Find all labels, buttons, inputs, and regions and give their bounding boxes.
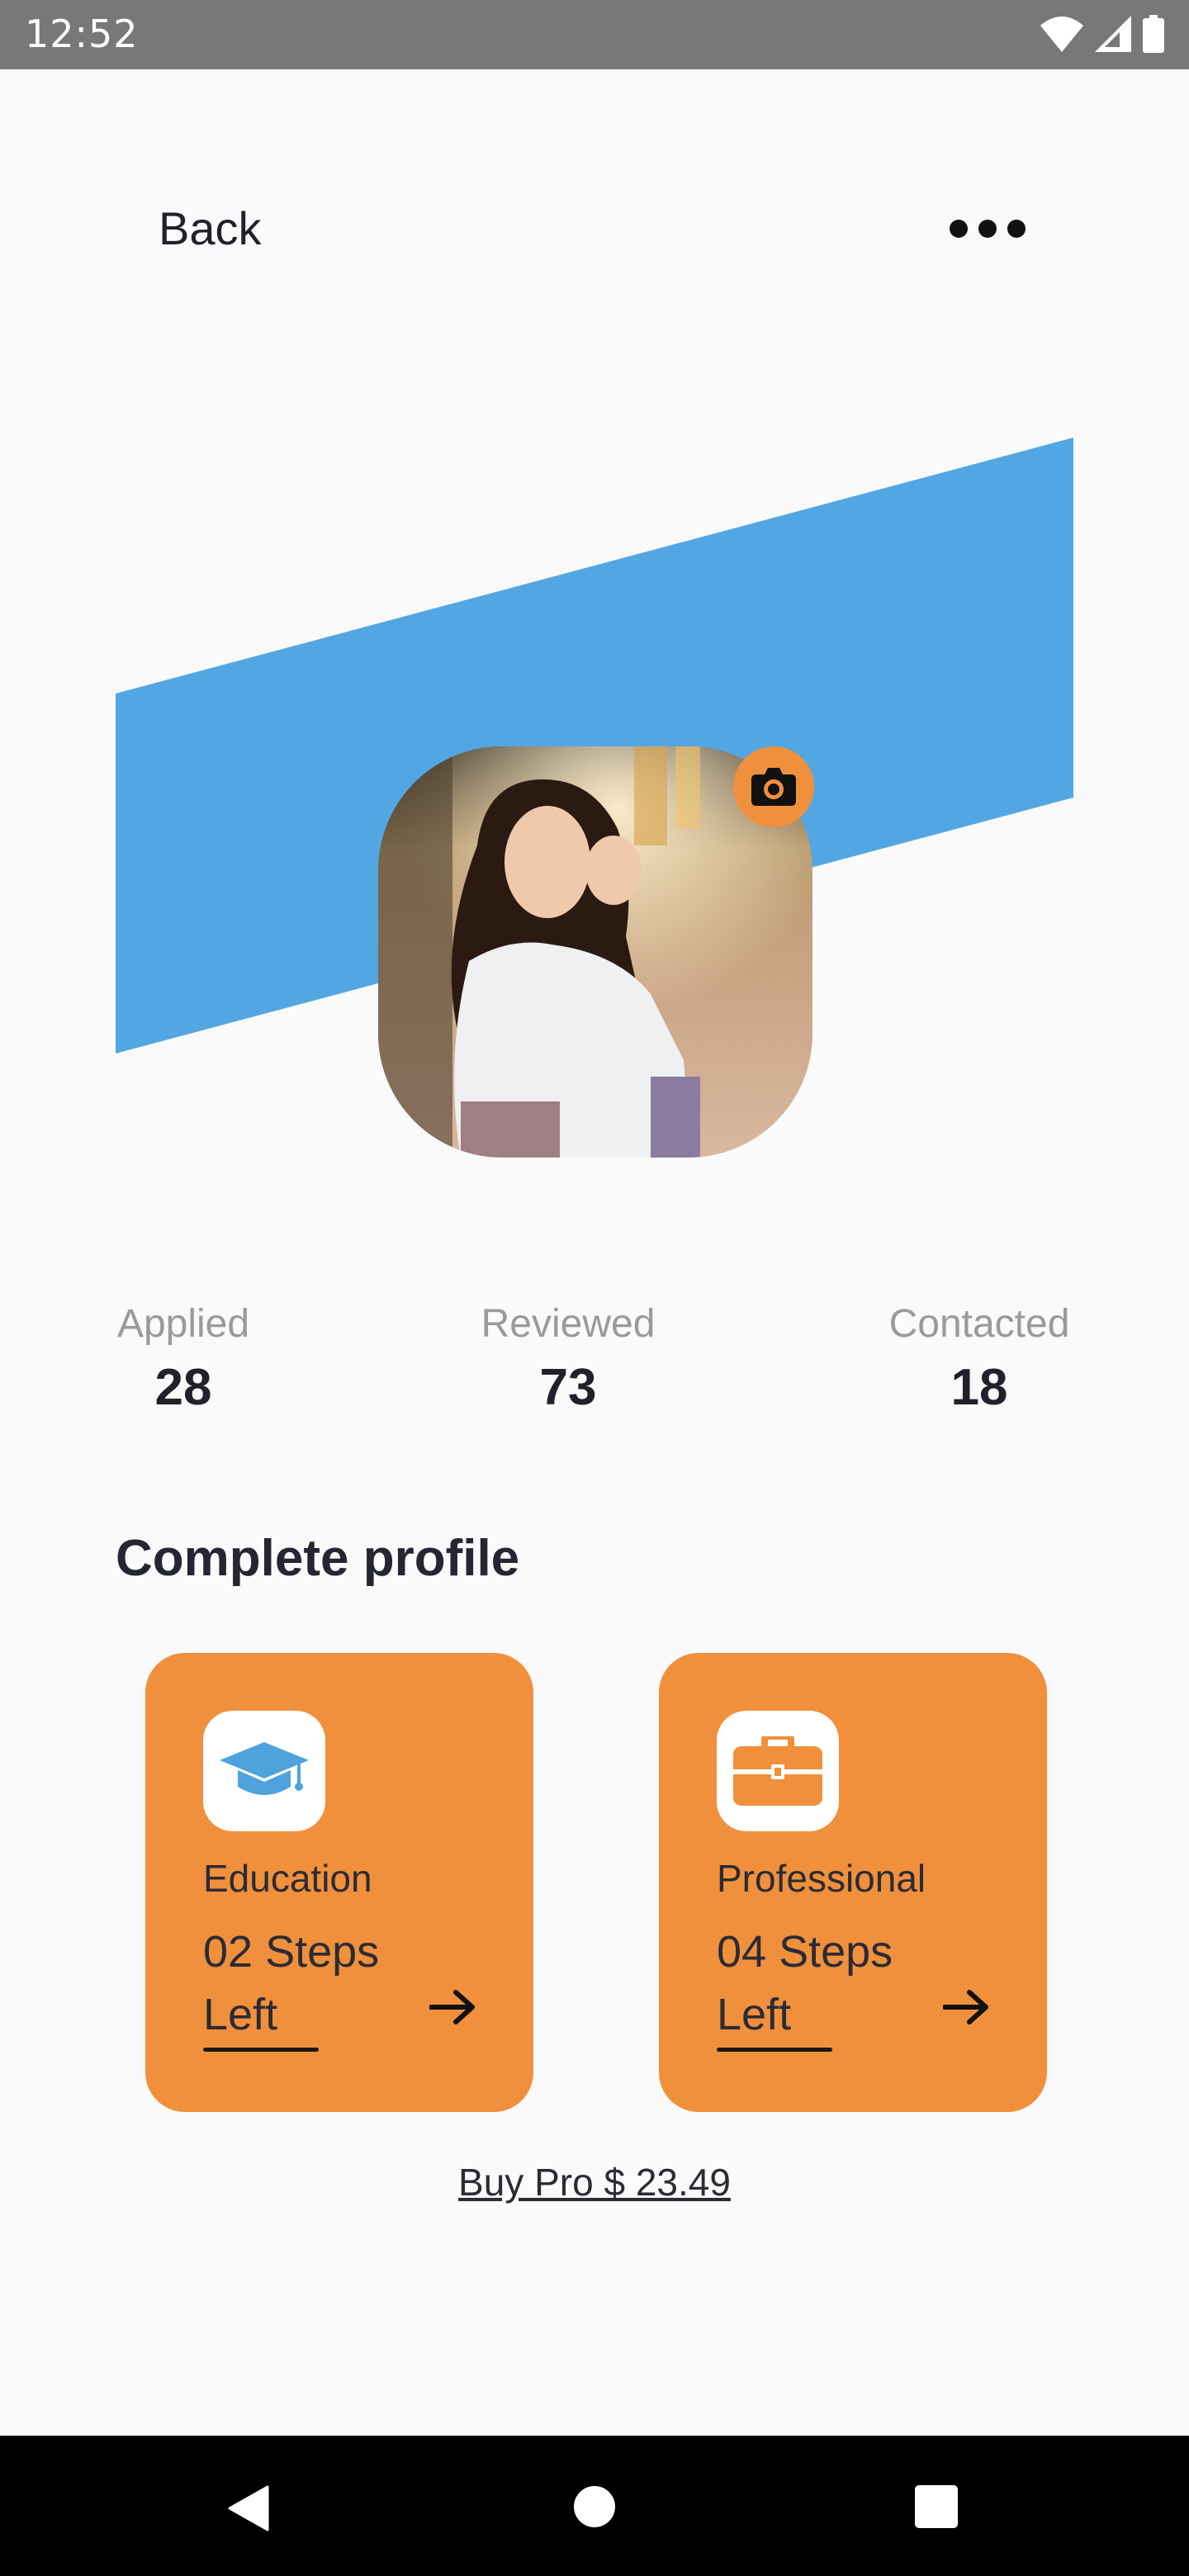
stat-label: Reviewed	[481, 1302, 656, 1346]
briefcase-icon	[733, 1736, 822, 1806]
stat-value: 73	[539, 1359, 597, 1416]
stat-label: Contacted	[888, 1302, 1070, 1346]
card-steps: 04 Steps Left	[717, 1920, 915, 2046]
icon-tile	[717, 1711, 839, 1831]
back-nav-icon[interactable]	[226, 2485, 269, 2531]
section-title: Complete profile	[116, 1530, 520, 1587]
card-label: Professional	[717, 1857, 926, 1900]
steps-count: 02 Steps	[203, 1927, 380, 1977]
arrow-right-icon[interactable]	[429, 1990, 476, 2024]
professional-card[interactable]: Professional 04 Steps Left	[659, 1653, 1047, 2112]
stat-reviewed[interactable]: Reviewed 73	[481, 1301, 656, 1417]
graduation-cap-icon	[220, 1742, 309, 1795]
icon-tile	[203, 1711, 325, 1831]
buy-pro-link[interactable]: Buy Pro $ 23.49	[0, 2160, 1189, 2204]
navigation-bar	[0, 2436, 1189, 2576]
steps-count: 04 Steps	[717, 1927, 893, 1977]
recents-nav-icon[interactable]	[915, 2485, 958, 2528]
stat-value: 28	[154, 1359, 212, 1416]
stat-applied[interactable]: Applied 28	[116, 1301, 251, 1417]
camera-icon	[751, 768, 796, 806]
education-card[interactable]: Education 02 Steps Left	[145, 1653, 533, 2112]
stat-contacted[interactable]: Contacted 18	[885, 1301, 1073, 1417]
steps-left: Left	[717, 1990, 792, 2039]
card-underline	[203, 2048, 319, 2052]
stat-value: 18	[950, 1359, 1008, 1416]
card-steps: 02 Steps Left	[203, 1920, 401, 2046]
home-nav-icon[interactable]	[573, 2485, 616, 2528]
arrow-right-icon[interactable]	[943, 1990, 989, 2024]
card-underline	[717, 2048, 832, 2052]
card-label: Education	[203, 1857, 372, 1900]
steps-left: Left	[203, 1990, 278, 2039]
stat-label: Applied	[116, 1302, 250, 1346]
camera-button[interactable]	[733, 746, 814, 827]
